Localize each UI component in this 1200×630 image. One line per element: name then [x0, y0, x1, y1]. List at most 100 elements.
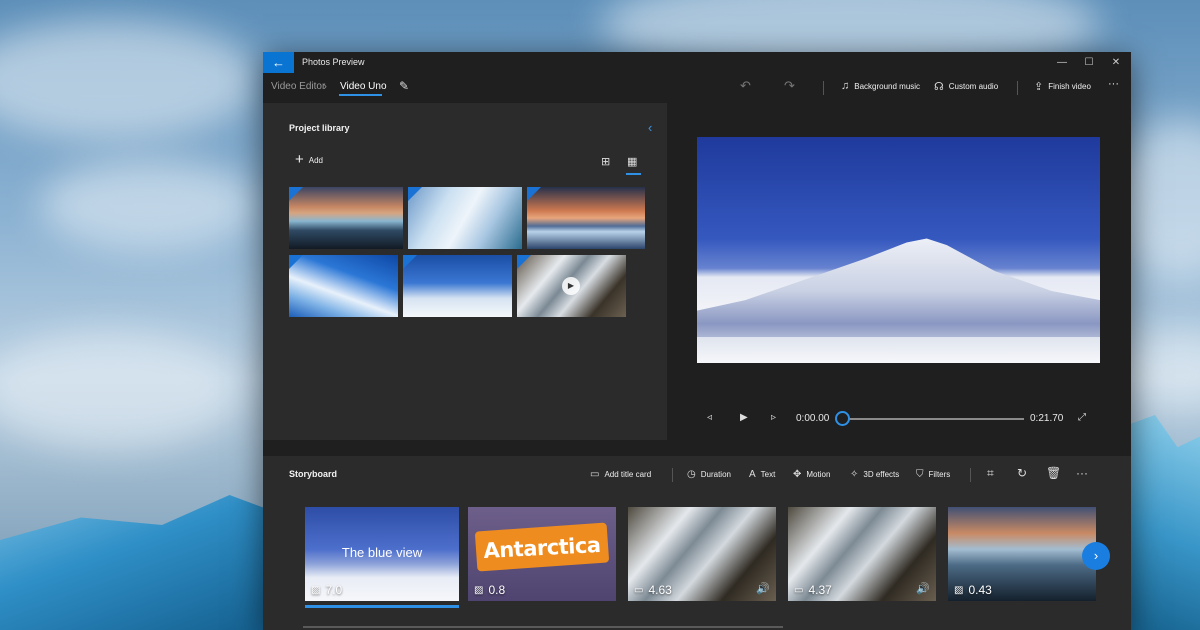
storyboard-card[interactable]: ▭ 4.37 🔊 [788, 507, 936, 601]
iceberg-right [1125, 415, 1200, 630]
background-music-button[interactable]: ♫ Background music [841, 80, 920, 92]
title-card-icon: ▭ [590, 469, 600, 480]
card-overlay-text: The blue view [341, 545, 423, 560]
storyboard-card[interactable]: Antarctica ▨ 0.8 [468, 507, 616, 601]
clock-icon: ◷ [687, 469, 696, 480]
chevron-right-icon: › [1093, 548, 1099, 563]
view-active-indicator [626, 173, 641, 175]
scroll-right-button[interactable]: › [1082, 542, 1110, 570]
filters-button[interactable]: ⛉ Filters [916, 469, 950, 480]
video-clip-icon: ▭ [794, 584, 804, 596]
storyboard-card[interactable]: ▨ 0.43 [948, 507, 1096, 601]
redo-icon[interactable]: ↷ [784, 78, 795, 94]
duration-label: Duration [700, 470, 731, 479]
storyboard-title: Storyboard [289, 469, 338, 479]
maximize-button[interactable]: ☐ [1076, 55, 1102, 70]
close-button[interactable]: ✕ [1103, 55, 1129, 70]
toolbar: Video Editor › Video Uno ✎ ↶ ↷ ♫ Backgro… [263, 73, 1131, 103]
breadcrumb-project-name: Video Uno [340, 81, 387, 92]
storyboard-card[interactable]: The blue view ▨ 7.0 [305, 507, 459, 601]
toolbar-divider [823, 81, 824, 95]
image-icon: ▨ [954, 584, 964, 596]
speaker-icon[interactable]: 🔊 [916, 582, 930, 595]
rotate-icon[interactable]: ↻ [1017, 466, 1027, 480]
storyboard-more-button[interactable]: ··· [1076, 466, 1088, 480]
undo-icon[interactable]: ↶ [740, 78, 751, 94]
add-media-button[interactable]: + Add [295, 151, 323, 168]
text-label: Text [760, 470, 776, 479]
resize-icon[interactable]: ⌗ [987, 466, 994, 481]
selected-card-indicator [305, 605, 459, 608]
small-grid-view-icon[interactable]: ▦ [627, 155, 637, 168]
storyboard-card[interactable]: ▭ 4.63 🔊 [628, 507, 776, 601]
custom-audio-icon: ☊ [934, 81, 944, 93]
library-video-thumbnail[interactable]: ▶ [517, 255, 626, 317]
image-icon: ▨ [474, 584, 484, 596]
storyboard-panel: Storyboard ▭ Add title card ◷ Duration A… [263, 456, 1131, 630]
add-title-card-label: Add title card [604, 470, 652, 479]
share-export-icon: ⇪ [1034, 81, 1044, 93]
background-music-label: Background music [854, 81, 921, 91]
chevron-right-icon: › [323, 79, 327, 93]
card-duration: 7.0 [325, 583, 343, 597]
large-grid-view-icon[interactable]: ⊞ [601, 155, 610, 168]
card-duration: 4.37 [808, 583, 832, 597]
app-title: Photos Preview [302, 57, 365, 67]
card-duration: 4.63 [648, 583, 672, 597]
play-button-icon[interactable]: ▶ [740, 412, 748, 423]
back-arrow-icon: ← [272, 55, 285, 70]
seek-thumb[interactable] [835, 411, 850, 426]
photos-app-window: ← Photos Preview — ☐ ✕ Video Editor › Vi… [263, 52, 1131, 630]
storyboard-divider [672, 468, 673, 482]
video-clip-icon: ▭ [634, 584, 644, 596]
iceberg-left [0, 495, 270, 630]
custom-audio-button[interactable]: ☊ Custom audio [934, 80, 998, 93]
project-library-title: Project library [289, 123, 350, 133]
previous-frame-icon[interactable]: ◃ [707, 412, 712, 423]
current-time: 0:00.00 [796, 413, 830, 424]
3d-effects-label: 3D effects [863, 470, 900, 479]
seek-bar[interactable] [846, 418, 1024, 420]
library-thumbnail[interactable] [289, 255, 398, 317]
breadcrumb-active-indicator [339, 94, 382, 96]
library-thumbnail[interactable] [408, 187, 522, 249]
motion-icon: ✥ [793, 469, 802, 480]
add-title-card-button[interactable]: ▭ Add title card [590, 469, 651, 480]
3d-effects-icon: ✧ [850, 469, 859, 480]
text-button[interactable]: A Text [749, 469, 775, 480]
title-bar: ← Photos Preview — ☐ ✕ [263, 52, 1131, 73]
filters-label: Filters [928, 470, 951, 479]
fullscreen-icon[interactable]: ⤢ [1078, 412, 1086, 423]
library-thumbnail[interactable] [289, 187, 403, 249]
finish-video-button[interactable]: ⇪ Finish video [1034, 80, 1091, 93]
breadcrumb-video-editor[interactable]: Video Editor [271, 81, 325, 92]
library-thumbnail[interactable] [403, 255, 512, 317]
storyboard-scrollbar[interactable] [303, 626, 783, 628]
duration-button[interactable]: ◷ Duration [687, 469, 731, 480]
storyboard-divider [970, 468, 971, 482]
play-icon: ▶ [562, 277, 580, 295]
minimize-button[interactable]: — [1049, 55, 1075, 70]
collapse-chevron-icon[interactable]: ‹ [648, 120, 652, 135]
library-thumbnail[interactable] [527, 187, 645, 249]
add-label: Add [308, 155, 323, 165]
project-library-panel: Project library ‹ + Add ⊞ ▦ ▶ [263, 103, 667, 440]
3d-effects-button[interactable]: ✧ 3D effects [850, 469, 899, 480]
image-icon: ▨ [311, 584, 321, 596]
video-preview [697, 137, 1100, 363]
motion-button[interactable]: ✥ Motion [793, 469, 830, 480]
filters-icon: ⛉ [916, 469, 924, 480]
back-button[interactable]: ← [263, 52, 294, 73]
speaker-icon[interactable]: 🔊 [756, 582, 770, 595]
delete-icon[interactable]: 🗑 [1046, 466, 1061, 480]
finish-video-label: Finish video [1048, 82, 1091, 91]
plus-icon: + [295, 151, 304, 168]
more-options-button[interactable]: ··· [1108, 78, 1119, 90]
toolbar-divider [1017, 81, 1018, 95]
pencil-icon[interactable]: ✎ [399, 79, 409, 93]
next-frame-icon[interactable]: ▹ [771, 412, 776, 423]
music-note-icon: ♫ [841, 80, 850, 92]
text-icon: A [749, 469, 756, 480]
custom-audio-label: Custom audio [948, 82, 999, 91]
card-duration: 0.43 [968, 583, 992, 597]
